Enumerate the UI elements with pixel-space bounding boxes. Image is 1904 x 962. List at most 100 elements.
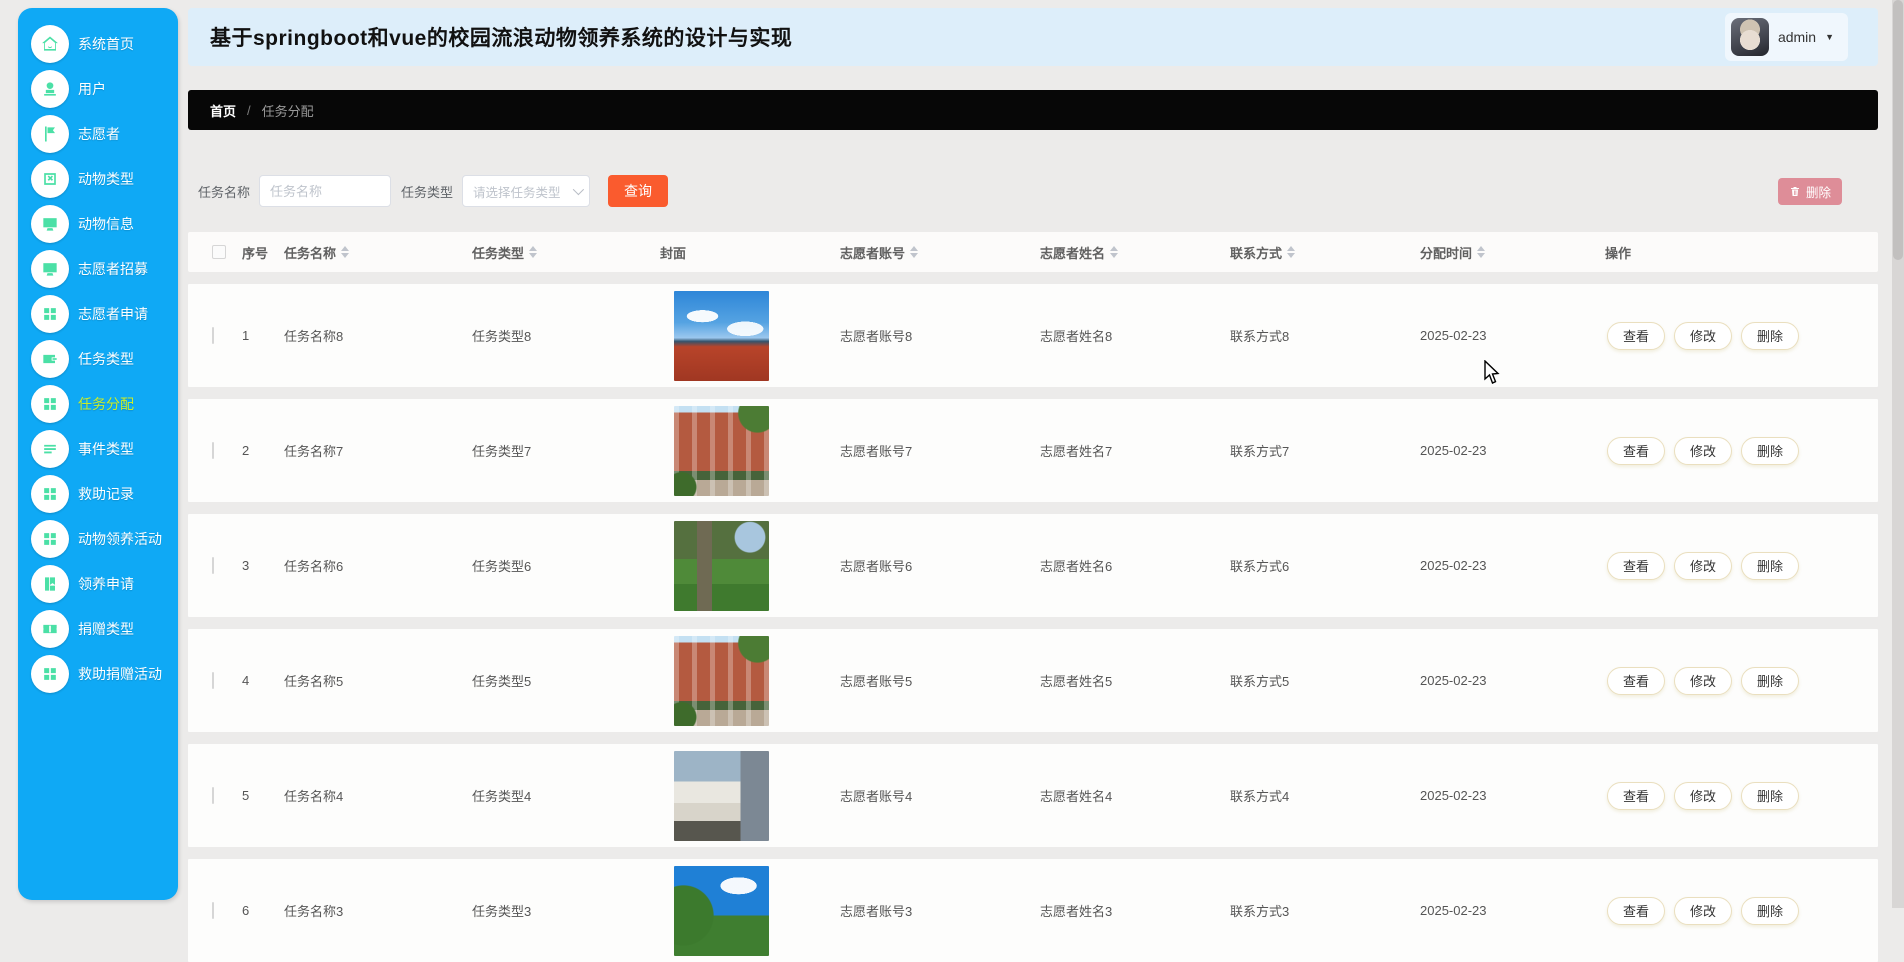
task-type-select[interactable]: 请选择任务类型 bbox=[462, 175, 591, 207]
delete-button[interactable]: 删除 bbox=[1741, 436, 1800, 465]
volunteer-name-cell: 志愿者姓名7 bbox=[1040, 444, 1113, 459]
row-checkbox[interactable] bbox=[212, 902, 214, 919]
table-row: 5 任务名称4 任务类型4 志愿者账号4 志愿者姓名4 联系方式4 2025-0… bbox=[188, 744, 1878, 847]
sidebar-item-label: 动物领养活动 bbox=[78, 530, 162, 547]
batch-delete-button[interactable]: 删除 bbox=[1777, 177, 1842, 205]
page-scrollbar[interactable] bbox=[1892, 0, 1904, 908]
sidebar-item-animal-types[interactable]: 动物类型 bbox=[18, 156, 178, 201]
delete-button[interactable]: 删除 bbox=[1741, 781, 1800, 810]
select-all-checkbox[interactable] bbox=[212, 245, 226, 259]
breadcrumb-home-link[interactable]: 首页 bbox=[210, 101, 236, 120]
row-checkbox[interactable] bbox=[212, 557, 214, 574]
contact-cell: 联系方式7 bbox=[1230, 444, 1290, 459]
sort-carets[interactable] bbox=[910, 246, 919, 258]
volunteer-name-cell: 志愿者姓名6 bbox=[1040, 559, 1113, 574]
delete-button[interactable]: 删除 bbox=[1741, 896, 1800, 925]
task-name-input[interactable] bbox=[259, 175, 392, 207]
task-type-cell: 任务类型5 bbox=[472, 674, 532, 689]
task-type-cell: 任务类型6 bbox=[472, 559, 532, 574]
delete-button[interactable]: 删除 bbox=[1741, 666, 1800, 695]
sidebar-item-task-assignment[interactable]: 任务分配 bbox=[18, 381, 178, 426]
user-menu[interactable]: admin ▼ bbox=[1724, 13, 1848, 61]
sidebar-item-volunteer-apply[interactable]: 志愿者申请 bbox=[18, 291, 178, 336]
edit-button[interactable]: 修改 bbox=[1674, 551, 1733, 580]
contact-cell: 联系方式4 bbox=[1230, 789, 1290, 804]
sidebar-item-label: 事件类型 bbox=[78, 440, 134, 457]
row-checkbox[interactable] bbox=[212, 787, 214, 804]
home-icon bbox=[31, 24, 69, 63]
sort-carets[interactable] bbox=[341, 246, 350, 258]
edit-button[interactable]: 修改 bbox=[1674, 436, 1733, 465]
top-header-bar: 基于springboot和vue的校园流浪动物领养系统的设计与实现 admin … bbox=[188, 8, 1878, 66]
sidebar-item-animal-info[interactable]: 动物信息 bbox=[18, 201, 178, 246]
monitor-icon bbox=[31, 249, 69, 288]
row-checkbox[interactable] bbox=[212, 672, 214, 689]
filter-bar: 任务名称 任务类型 请选择任务类型 查询 删除 bbox=[188, 169, 1878, 213]
box-x-icon bbox=[31, 159, 69, 198]
wallet-icon bbox=[31, 339, 69, 378]
book-icon bbox=[31, 564, 69, 603]
sidebar-item-system-home[interactable]: 系统首页 bbox=[18, 21, 178, 66]
sidebar-item-volunteer-recruit[interactable]: 志愿者招募 bbox=[18, 246, 178, 291]
column-header-no: 序号 bbox=[242, 245, 269, 261]
task-type-cell: 任务类型8 bbox=[472, 329, 532, 344]
chevron-down-icon bbox=[572, 183, 585, 196]
view-button[interactable]: 查看 bbox=[1607, 551, 1666, 580]
row-checkbox[interactable] bbox=[212, 442, 214, 459]
cover-image bbox=[674, 750, 769, 841]
cover-image bbox=[674, 635, 769, 726]
sort-carets[interactable] bbox=[1477, 246, 1486, 258]
task-name-cell: 任务名称3 bbox=[284, 904, 344, 919]
row-checkbox[interactable] bbox=[212, 327, 214, 344]
contact-cell: 联系方式3 bbox=[1230, 904, 1290, 919]
main-content: 基于springboot和vue的校园流浪动物领养系统的设计与实现 admin … bbox=[188, 8, 1878, 962]
sidebar-item-label: 用户 bbox=[78, 80, 106, 97]
sort-carets[interactable] bbox=[1110, 246, 1119, 258]
table-row: 2 任务名称7 任务类型7 志愿者账号7 志愿者姓名7 联系方式7 2025-0… bbox=[188, 399, 1878, 502]
row-no: 5 bbox=[242, 788, 250, 803]
sort-carets[interactable] bbox=[1287, 246, 1296, 258]
column-header-assign-date: 分配时间 bbox=[1408, 243, 1593, 262]
task-type-cell: 任务类型7 bbox=[472, 444, 532, 459]
delete-button[interactable]: 删除 bbox=[1741, 551, 1800, 580]
sidebar-item-task-types[interactable]: 任务类型 bbox=[18, 336, 178, 381]
breadcrumb-current: 任务分配 bbox=[261, 103, 314, 119]
sidebar-item-label: 动物类型 bbox=[78, 170, 134, 187]
view-button[interactable]: 查看 bbox=[1607, 781, 1666, 810]
edit-button[interactable]: 修改 bbox=[1674, 896, 1733, 925]
select-placeholder: 请选择任务类型 bbox=[473, 185, 561, 200]
edit-button[interactable]: 修改 bbox=[1674, 321, 1733, 350]
row-no: 2 bbox=[242, 443, 250, 458]
account-cell: 志愿者账号6 bbox=[840, 559, 913, 574]
view-button[interactable]: 查看 bbox=[1607, 321, 1666, 350]
delete-button[interactable]: 删除 bbox=[1741, 321, 1800, 350]
sidebar-item-rescue-records[interactable]: 救助记录 bbox=[18, 471, 178, 516]
cover-image bbox=[674, 405, 769, 496]
user-icon bbox=[31, 69, 69, 108]
search-button[interactable]: 查询 bbox=[608, 175, 669, 207]
sort-carets[interactable] bbox=[529, 246, 538, 258]
task-type-cell: 任务类型3 bbox=[472, 904, 532, 919]
row-no: 4 bbox=[242, 673, 250, 688]
breadcrumb: 首页 / 任务分配 bbox=[188, 90, 1878, 130]
contact-cell: 联系方式5 bbox=[1230, 674, 1290, 689]
view-button[interactable]: 查看 bbox=[1607, 436, 1666, 465]
grid-icon bbox=[31, 294, 69, 333]
sidebar-item-volunteers[interactable]: 志愿者 bbox=[18, 111, 178, 156]
sidebar-item-rescue-donation-activities[interactable]: 救助捐赠活动 bbox=[18, 651, 178, 696]
sidebar-item-donation-types[interactable]: 捐赠类型 bbox=[18, 606, 178, 651]
sidebar-item-adoption-activities[interactable]: 动物领养活动 bbox=[18, 516, 178, 561]
task-table: 序号 任务名称 任务类型 封面 志愿者账号 志愿者姓名 联系方式 分配时间 操作… bbox=[188, 232, 1878, 962]
edit-button[interactable]: 修改 bbox=[1674, 666, 1733, 695]
row-no: 1 bbox=[242, 328, 250, 343]
scrollbar-thumb[interactable] bbox=[1893, 0, 1903, 260]
view-button[interactable]: 查看 bbox=[1607, 896, 1666, 925]
sidebar-item-event-types[interactable]: 事件类型 bbox=[18, 426, 178, 471]
column-header-volunteer-name: 志愿者姓名 bbox=[1028, 243, 1218, 262]
view-button[interactable]: 查看 bbox=[1607, 666, 1666, 695]
task-type-cell: 任务类型4 bbox=[472, 789, 532, 804]
sidebar-item-users[interactable]: 用户 bbox=[18, 66, 178, 111]
assign-date-cell: 2025-02-23 bbox=[1420, 673, 1487, 688]
sidebar-item-adoption-apply[interactable]: 领养申请 bbox=[18, 561, 178, 606]
edit-button[interactable]: 修改 bbox=[1674, 781, 1733, 810]
